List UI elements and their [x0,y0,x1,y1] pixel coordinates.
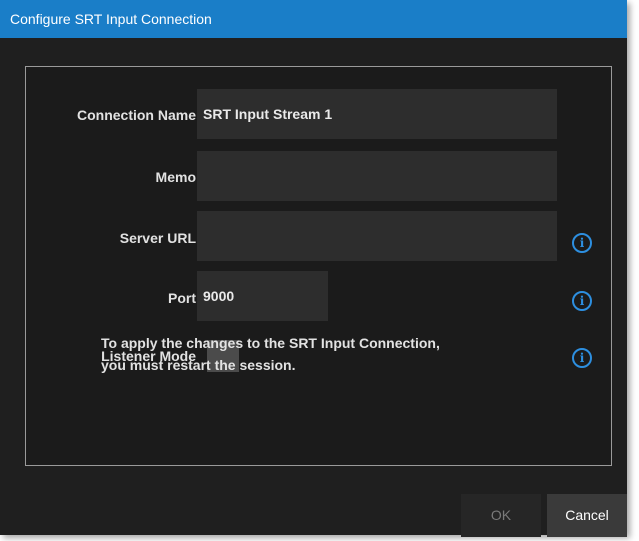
port-label: Port [168,290,196,306]
port-info-icon[interactable]: i [572,291,592,311]
restart-note-line-2: you must restart the session. [101,357,296,373]
connection-name-label: Connection Name [76,107,196,123]
settings-panel: Connection Name Memo Server URL i Port i… [25,66,612,466]
connection-name-field[interactable] [197,89,557,139]
memo-label: Memo [155,169,196,185]
port-field[interactable] [197,271,328,321]
server-url-info-icon[interactable]: i [572,233,592,253]
memo-field[interactable] [197,151,557,201]
configure-srt-dialog: Configure SRT Input Connection Connectio… [0,0,627,537]
listener-mode-info-icon[interactable]: i [572,348,592,368]
server-url-field[interactable] [197,211,557,261]
dialog-titlebar: Configure SRT Input Connection [0,0,627,38]
ok-button[interactable]: OK [461,494,541,537]
dialog-title: Configure SRT Input Connection [10,11,212,27]
restart-note: To apply the changes to the SRT Input Co… [101,332,521,376]
cancel-button[interactable]: Cancel [547,494,627,537]
server-url-label: Server URL [119,230,196,246]
restart-note-line-1: To apply the changes to the SRT Input Co… [101,335,440,351]
